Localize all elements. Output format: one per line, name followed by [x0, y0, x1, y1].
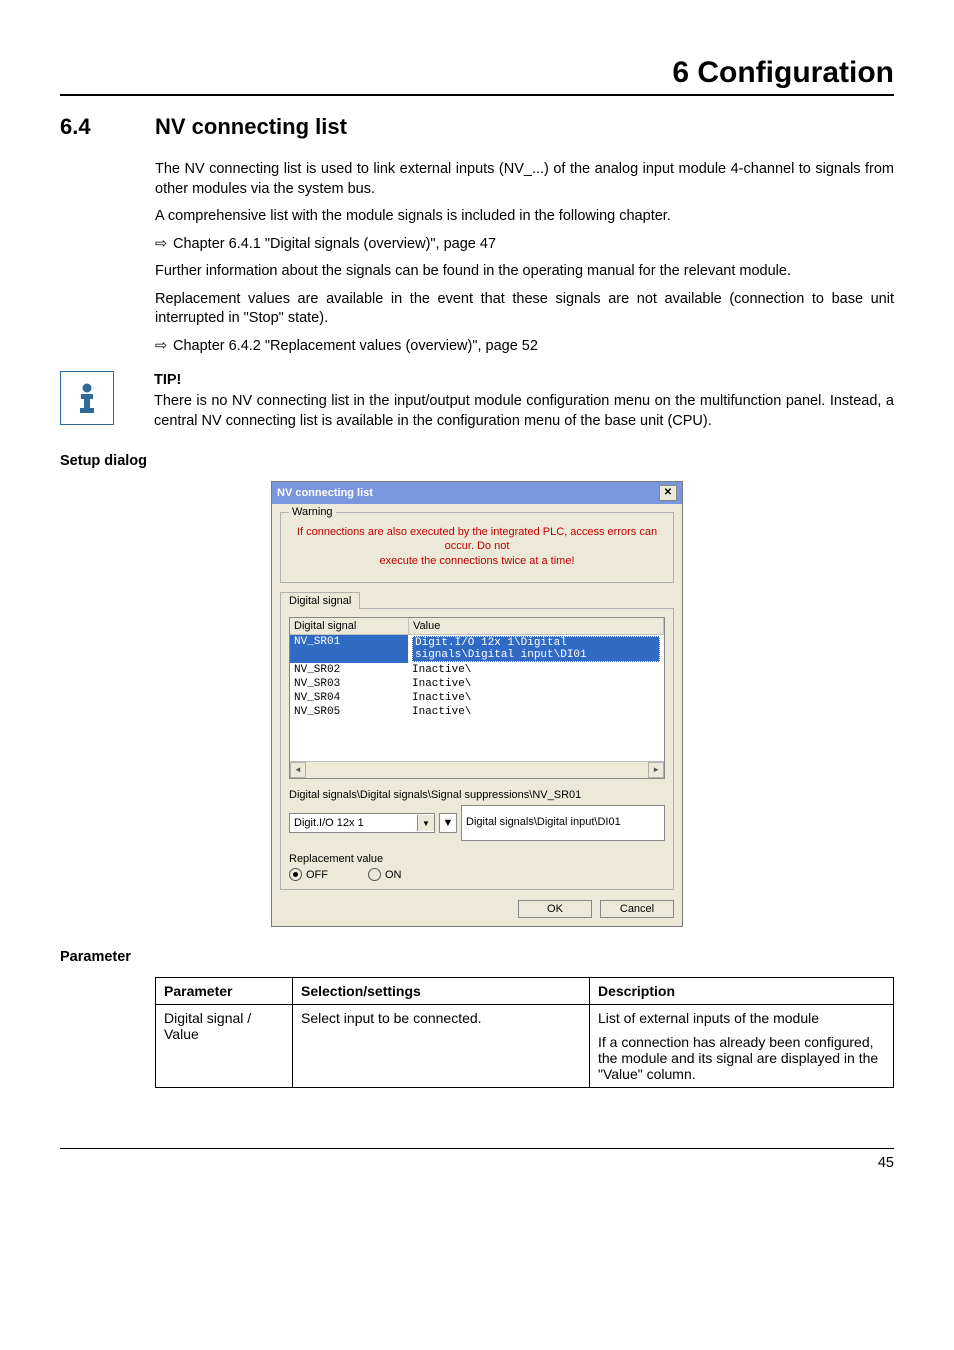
warning-text-line2: execute the connections twice at a time!	[379, 555, 574, 567]
ok-button[interactable]: OK	[518, 900, 592, 918]
col-header-value[interactable]: Value	[409, 618, 664, 634]
section-heading: 6.4 NV connecting list	[60, 114, 894, 140]
warning-legend: Warning	[289, 506, 336, 518]
scroll-right-icon[interactable]: ►	[648, 762, 664, 778]
radio-icon	[368, 868, 381, 881]
section-title: NV connecting list	[155, 114, 347, 140]
divider-bottom	[60, 1148, 894, 1149]
th-selection: Selection/settings	[293, 978, 590, 1005]
warning-text-line1: If connections are also executed by the …	[297, 526, 657, 552]
dialog-title-text: NV connecting list	[277, 487, 373, 499]
radio-on[interactable]: ON	[368, 868, 402, 881]
chevron-down-icon: ▼	[443, 817, 454, 829]
paragraph: A comprehensive list with the module sig…	[155, 207, 894, 227]
dialog-titlebar[interactable]: NV connecting list ✕	[272, 482, 682, 504]
replacement-value-label: Replacement value	[289, 853, 665, 865]
desc-line2: If a connection has already been configu…	[598, 1034, 885, 1082]
info-icon	[60, 371, 114, 425]
horizontal-scrollbar[interactable]: ◄ ►	[290, 761, 664, 778]
radio-off-label: OFF	[306, 869, 328, 881]
list-item[interactable]: NV_SR02 Inactive\	[290, 663, 664, 677]
paragraph: The NV connecting list is used to link e…	[155, 160, 894, 199]
module-select-value: Digit.I/O 12x 1	[294, 817, 364, 829]
signal-listbox[interactable]: Digital signal Value NV_SR01 Digit.I/O 1…	[289, 617, 665, 779]
tip-label: TIP!	[154, 371, 894, 391]
parameter-table: Parameter Selection/settings Description…	[155, 977, 894, 1088]
table-header-row: Parameter Selection/settings Description	[156, 978, 894, 1005]
subheading-setup: Setup dialog	[60, 453, 894, 469]
table-row: Digital signal / Value Select input to b…	[156, 1005, 894, 1088]
td-description: List of external inputs of the module If…	[590, 1005, 894, 1088]
scroll-left-icon[interactable]: ◄	[290, 762, 306, 778]
list-cell-name: NV_SR02	[290, 663, 408, 677]
cross-ref-text: Chapter 6.4.1 "Digital signals (overview…	[173, 236, 496, 252]
list-cell-value: Digit.I/O 12x 1\Digital signals\Digital …	[412, 636, 660, 662]
list-cell-name: NV_SR05	[290, 705, 408, 719]
tip-block: TIP! There is no NV connecting list in t…	[60, 371, 894, 432]
list-cell-value: Inactive\	[408, 691, 664, 705]
td-param: Digital signal / Value	[156, 1005, 293, 1088]
td-selection: Select input to be connected.	[293, 1005, 590, 1088]
module-select[interactable]: Digit.I/O 12x 1 ▼	[289, 813, 435, 833]
list-cell-value: Inactive\	[408, 705, 664, 719]
th-description: Description	[590, 978, 894, 1005]
arrow-icon: ⇨	[155, 337, 173, 357]
list-cell-name: NV_SR04	[290, 691, 408, 705]
warning-fieldset: Warning If connections are also executed…	[280, 512, 674, 583]
cross-ref: ⇨Chapter 6.4.2 "Replacement values (over…	[155, 337, 894, 357]
list-item[interactable]: NV_SR03 Inactive\	[290, 677, 664, 691]
list-cell-name: NV_SR01	[290, 635, 408, 663]
expand-select[interactable]: ▼	[439, 813, 457, 833]
paragraph: Replacement values are available in the …	[155, 290, 894, 329]
list-item[interactable]: NV_SR01 Digit.I/O 12x 1\Digital signals\…	[290, 635, 664, 663]
cross-ref-text: Chapter 6.4.2 "Replacement values (overv…	[173, 338, 538, 354]
list-item[interactable]: NV_SR05 Inactive\	[290, 705, 664, 719]
chevron-down-icon[interactable]: ▼	[417, 815, 434, 831]
tab-panel: Digital signal Value NV_SR01 Digit.I/O 1…	[280, 608, 674, 890]
chapter-title: 6 Configuration	[60, 56, 894, 90]
list-cell-value: Inactive\	[408, 663, 664, 677]
cancel-button[interactable]: Cancel	[600, 900, 674, 918]
list-cell-value: Inactive\	[408, 677, 664, 691]
signal-select-value[interactable]: Digital signals\Digital input\DI01	[461, 805, 665, 841]
col-header-signal[interactable]: Digital signal	[290, 618, 409, 634]
list-item[interactable]: NV_SR04 Inactive\	[290, 691, 664, 705]
paragraph: Further information about the signals ca…	[155, 262, 894, 282]
selection-path: Digital signals\Digital signals\Signal s…	[289, 789, 665, 801]
radio-icon	[289, 868, 302, 881]
close-icon[interactable]: ✕	[659, 485, 677, 501]
tip-text: There is no NV connecting list in the in…	[154, 392, 894, 431]
radio-on-label: ON	[385, 869, 402, 881]
listbox-header: Digital signal Value	[290, 618, 664, 635]
body-text: The NV connecting list is used to link e…	[155, 160, 894, 357]
arrow-icon: ⇨	[155, 235, 173, 255]
tab-digital-signal[interactable]: Digital signal	[280, 592, 360, 609]
page-number: 45	[60, 1155, 894, 1171]
subheading-parameter: Parameter	[60, 949, 894, 965]
list-cell-name: NV_SR03	[290, 677, 408, 691]
section-number: 6.4	[60, 114, 155, 140]
cross-ref: ⇨Chapter 6.4.1 "Digital signals (overvie…	[155, 235, 894, 255]
nv-connecting-list-dialog: NV connecting list ✕ Warning If connecti…	[271, 481, 683, 927]
divider-top	[60, 94, 894, 96]
desc-line1: List of external inputs of the module	[598, 1010, 885, 1026]
radio-off[interactable]: OFF	[289, 868, 328, 881]
th-parameter: Parameter	[156, 978, 293, 1005]
